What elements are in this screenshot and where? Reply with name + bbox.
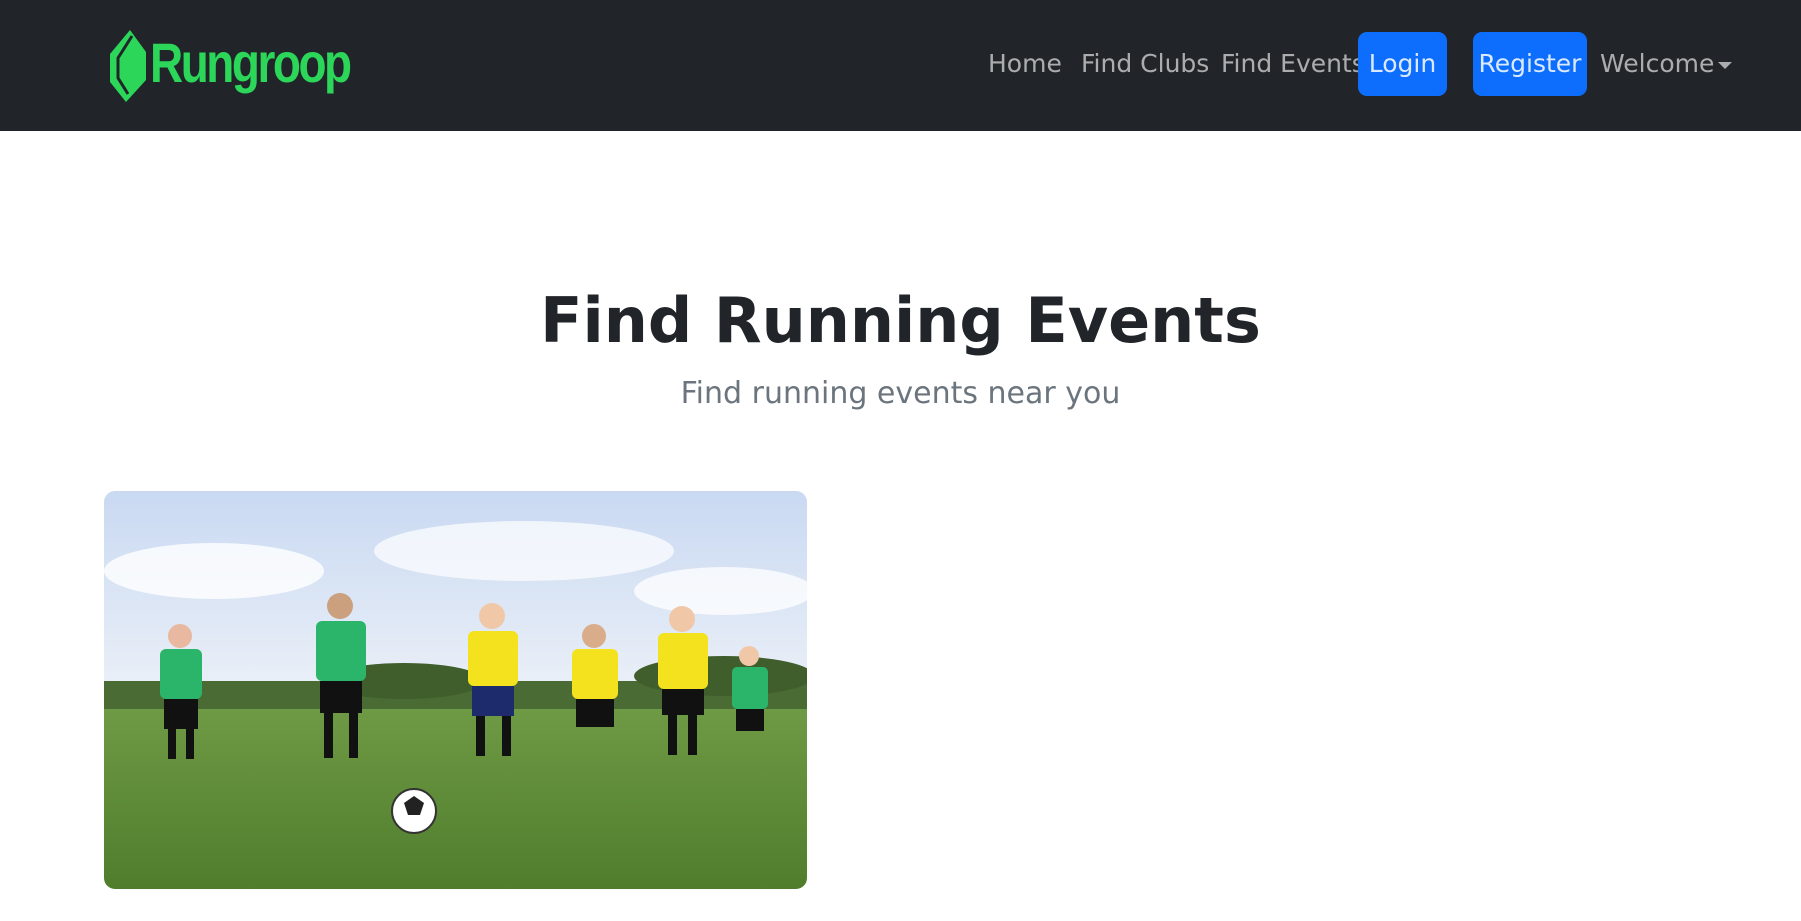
welcome-dropdown-label: Welcome <box>1600 49 1715 78</box>
logo-leaf-icon <box>110 30 146 102</box>
kids-soccer-photo <box>104 491 807 889</box>
event-card-image[interactable] <box>104 491 807 889</box>
nav-find-events-link[interactable]: Find Events <box>1221 46 1365 82</box>
brand-logo[interactable]: Rungroop <box>110 28 393 104</box>
brand-name: Rungroop <box>150 31 352 94</box>
login-button[interactable]: Login <box>1358 32 1447 96</box>
welcome-dropdown[interactable]: Welcome <box>1600 46 1733 82</box>
page-subtitle: Find running events near you <box>680 376 1121 411</box>
nav-find-clubs-link[interactable]: Find Clubs <box>1081 46 1209 82</box>
page-title: Find Running Events <box>540 284 1261 357</box>
nav-home-link[interactable]: Home <box>988 46 1062 82</box>
top-navbar: Rungroop Home Find Clubs Find Events Log… <box>0 0 1801 131</box>
register-button[interactable]: Register <box>1473 32 1587 96</box>
caret-down-icon <box>1718 61 1733 69</box>
